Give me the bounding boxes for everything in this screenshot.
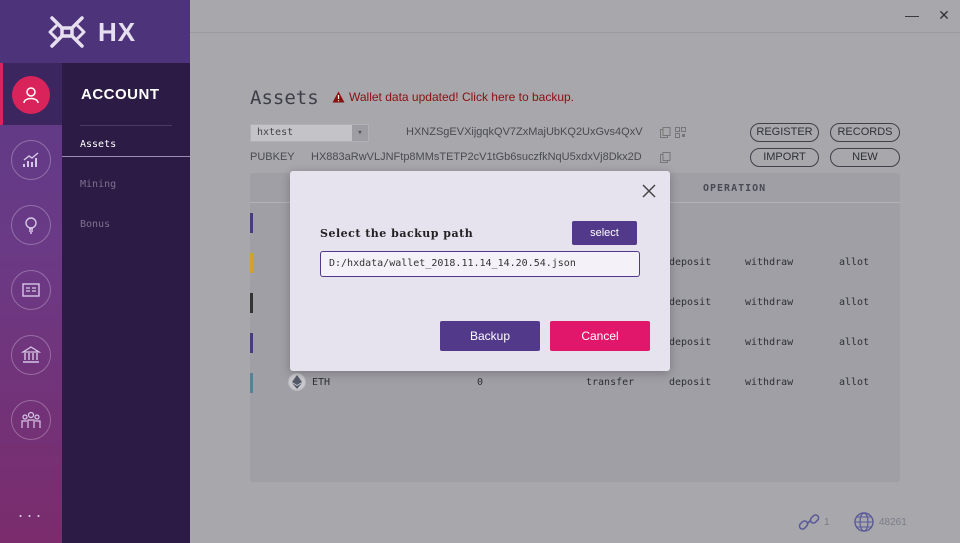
register-button[interactable]: REGISTER [750,123,819,142]
deposit-link[interactable]: deposit [669,377,711,388]
select-path-button[interactable]: select [572,221,637,245]
allot-link[interactable]: allot [839,257,869,268]
account-address: HXNZSgEVXijgqkQV7ZxMajUbKQ2UxGvs4QxV [406,126,643,138]
warning-icon [332,91,345,103]
link-icon [798,514,820,530]
column-header-operation: OPERATION [703,183,767,194]
row-accent [250,253,253,273]
backup-notice-link[interactable]: Wallet data updated! Click here to backu… [349,90,574,104]
close-window-button[interactable]: ✕ [934,5,954,25]
globe-icon [854,512,874,532]
divider [80,125,172,126]
deposit-link[interactable]: deposit [669,257,711,268]
close-icon[interactable] [640,182,658,200]
records-button[interactable]: RECORDS [830,123,900,142]
sidebar-item-bonus[interactable]: Bonus [80,219,110,230]
coin-icon [288,373,306,391]
account-icon[interactable] [12,76,50,114]
cancel-button[interactable]: Cancel [550,321,650,351]
asset-amount: 0 [477,377,484,388]
pubkey-value: HX883aRwVLJNFtp8MMsTETP2cV1tGb6suczfkNqU… [311,151,642,163]
minimize-button[interactable]: — [902,5,922,25]
qr-code-icon[interactable] [675,127,686,138]
lightbulb-icon[interactable] [11,205,51,245]
withdraw-link[interactable]: withdraw [745,297,793,308]
backup-button[interactable]: Backup [440,321,540,351]
withdraw-link[interactable]: withdraw [745,337,793,348]
backup-dialog: Select the backup path select D:/hxdata/… [290,171,670,371]
row-accent [250,373,253,393]
connection-count: 1 [824,517,830,528]
sidebar-item-mining[interactable]: Mining [80,179,116,190]
pubkey-label: PUBKEY [250,151,295,163]
sub-navigation [62,0,190,543]
withdraw-link[interactable]: withdraw [745,257,793,268]
wallet-select[interactable]: hxtest ▾ [250,124,369,142]
chart-icon[interactable] [11,140,51,180]
allot-link[interactable]: allot [839,337,869,348]
copy-icon[interactable] [660,127,671,138]
chevron-down-icon: ▾ [352,125,368,141]
asset-symbol: ETH [312,377,331,388]
people-icon[interactable] [11,400,51,440]
new-button[interactable]: NEW [830,148,900,167]
copy-pubkey-icon[interactable] [660,152,671,163]
section-title: ACCOUNT [81,86,160,103]
row-accent [250,333,253,353]
row-accent [250,293,253,313]
title-bar: — ✕ [190,0,960,33]
more-icon[interactable]: ··· [0,505,62,526]
backup-path-label: Select the backup path [320,227,474,240]
row-accent [250,213,253,233]
icon-rail: ··· [0,0,62,543]
bank-icon[interactable] [11,335,51,375]
deposit-link[interactable]: deposit [669,297,711,308]
logo-bar: HX [0,0,190,63]
withdraw-link[interactable]: withdraw [745,377,793,388]
active-item-underline [62,156,190,157]
id-card-icon[interactable] [11,270,51,310]
hx-logo-icon [48,16,86,48]
transfer-link[interactable]: transfer [586,377,634,388]
deposit-link[interactable]: deposit [669,337,711,348]
allot-link[interactable]: allot [839,377,869,388]
logo-text: HX [98,17,137,47]
block-height: 48261 [879,517,907,528]
page-title: Assets [250,87,319,109]
sidebar-item-assets[interactable]: Assets [80,139,116,150]
wallet-select-value: hxtest [257,127,294,138]
allot-link[interactable]: allot [839,297,869,308]
import-button[interactable]: IMPORT [750,148,819,167]
backup-path-input[interactable]: D:/hxdata/wallet_2018.11.14_14.20.54.jso… [320,251,640,277]
